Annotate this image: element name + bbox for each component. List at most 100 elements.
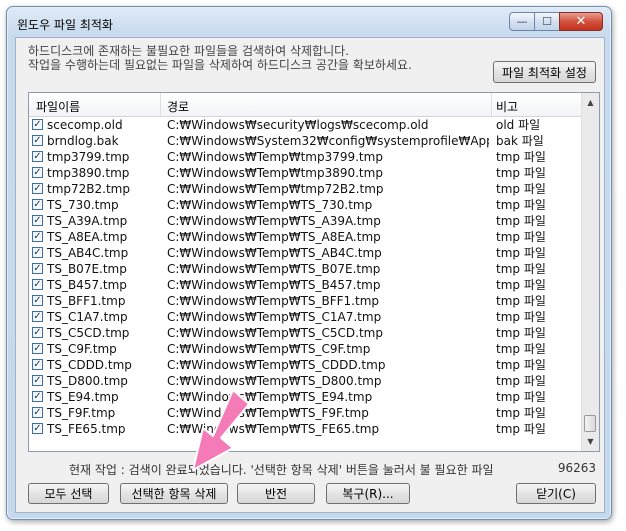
file-note: tmp 파일 — [496, 198, 546, 212]
delete-selected-button[interactable]: 선택한 항목 삭제 — [120, 483, 228, 504]
file-note: tmp 파일 — [496, 166, 546, 180]
table-row[interactable]: ✓ TS_D800.tmp C:₩Windows₩Temp₩TS_D800.tmp t… — [29, 373, 582, 389]
file-name: TS_C1A7.tmp — [47, 310, 128, 324]
window-title: 윈도우 파일 최적화 — [17, 18, 113, 32]
file-name: TS_B07E.tmp — [47, 262, 127, 276]
minimize-button[interactable]: — — [509, 12, 535, 31]
file-name: TS_BFF1.tmp — [47, 294, 126, 308]
file-path: C:₩Windows₩Temp₩TS_C5CD.tmp — [167, 326, 383, 340]
file-list[interactable]: 파일이름 경로 비고 ✓ scecomp.old C:₩Windows₩securi… — [28, 92, 600, 452]
row-checkbox[interactable]: ✓ — [32, 311, 43, 322]
table-row[interactable]: ✓ TS_C1A7.tmp C:₩Windows₩Temp₩TS_C1A7.tmp t… — [29, 309, 582, 325]
row-checkbox[interactable]: ✓ — [32, 327, 43, 338]
file-name: scecomp.old — [47, 118, 123, 132]
column-header-filename[interactable]: 파일이름 — [36, 98, 80, 115]
table-row[interactable]: ✓ tmp3799.tmp C:₩Windows₩Temp₩tmp3799.tmp t… — [29, 149, 582, 165]
file-path: C:₩Windows₩Temp₩TS_BFF1.tmp — [167, 294, 380, 308]
file-note: tmp 파일 — [496, 374, 546, 388]
scroll-thumb[interactable] — [584, 415, 596, 432]
file-path: C:₩Windows₩Temp₩TS_730.tmp — [167, 198, 373, 212]
file-path: C:₩Windows₩Temp₩tmp3890.tmp — [167, 166, 383, 180]
row-checkbox[interactable]: ✓ — [32, 199, 43, 210]
column-header-path[interactable]: 경로 — [167, 98, 189, 115]
description: 하드디스크에 존재하는 불필요한 파일들을 검색하여 삭제합니다. 작업을 수행… — [28, 44, 412, 72]
table-row[interactable]: ✓ TS_C5CD.tmp C:₩Windows₩Temp₩TS_C5CD.tmp t… — [29, 325, 582, 341]
close-button[interactable]: 닫기(C) — [516, 483, 596, 504]
invert-selection-button[interactable]: 반전 — [237, 483, 315, 504]
row-checkbox[interactable]: ✓ — [32, 359, 43, 370]
file-name: TS_FE65.tmp — [47, 422, 126, 436]
maximize-button[interactable]: ☐ — [534, 12, 560, 31]
caption-buttons: — ☐ ✕ — [509, 12, 603, 32]
row-checkbox[interactable]: ✓ — [32, 407, 43, 418]
file-note: tmp 파일 — [496, 294, 546, 308]
table-row[interactable]: ✓ TS_AB4C.tmp C:₩Windows₩Temp₩TS_AB4C.tmp t… — [29, 245, 582, 261]
file-name: tmp3890.tmp — [47, 166, 130, 180]
row-checkbox[interactable]: ✓ — [32, 295, 43, 306]
file-name: tmp72B2.tmp — [47, 182, 130, 196]
table-row[interactable]: ✓ TS_C9F.tmp C:₩Windows₩Temp₩TS_C9F.tmp tmp… — [29, 341, 582, 357]
table-row[interactable]: ✓ scecomp.old C:₩Windows₩security₩logs₩sce… — [29, 117, 582, 133]
table-row[interactable]: ✓ tmp72B2.tmp C:₩Windows₩Temp₩tmp72B2.tmp t… — [29, 181, 582, 197]
title-bar[interactable]: 윈도우 파일 최적화 — ☐ ✕ — [7, 7, 611, 37]
row-checkbox[interactable]: ✓ — [32, 423, 43, 434]
file-path: C:₩Windows₩Temp₩TS_B07E.tmp — [167, 262, 381, 276]
file-path: C:₩Windows₩Temp₩tmp72B2.tmp — [167, 182, 384, 196]
row-checkbox[interactable]: ✓ — [32, 231, 43, 242]
table-row[interactable]: ✓ TS_A8EA.tmp C:₩Windows₩Temp₩TS_A8EA.tmp t… — [29, 229, 582, 245]
row-checkbox[interactable]: ✓ — [32, 151, 43, 162]
file-path: C:₩Windows₩Temp₩TS_B457.tmp — [167, 278, 381, 292]
row-checkbox[interactable]: ✓ — [32, 215, 43, 226]
close-window-button[interactable]: ✕ — [559, 12, 603, 31]
row-checkbox[interactable]: ✓ — [32, 391, 43, 402]
restore-button[interactable]: 복구(R)... — [326, 483, 410, 504]
client-area: 하드디스크에 존재하는 불필요한 파일들을 검색하여 삭제합니다. 작업을 수행… — [15, 37, 605, 513]
file-note: tmp 파일 — [496, 214, 546, 228]
file-note: tmp 파일 — [496, 390, 546, 404]
file-note: tmp 파일 — [496, 358, 546, 372]
row-checkbox[interactable]: ✓ — [32, 167, 43, 178]
table-row[interactable]: ✓ brndlog.bak C:₩Windows₩System32₩config₩s… — [29, 133, 582, 149]
scroll-down-icon[interactable]: ▼ — [582, 433, 599, 450]
select-all-button[interactable]: 모두 선택 — [28, 483, 109, 504]
row-checkbox[interactable]: ✓ — [32, 119, 43, 130]
file-note: tmp 파일 — [496, 246, 546, 260]
app-window: 윈도우 파일 최적화 — ☐ ✕ 하드디스크에 존재하는 불필요한 파일들을 검… — [6, 6, 612, 520]
scroll-up-icon[interactable]: ▲ — [582, 94, 599, 111]
file-name: TS_A39A.tmp — [47, 214, 128, 228]
column-divider[interactable] — [160, 93, 161, 116]
file-count: 96263 — [557, 461, 596, 475]
optimize-settings-button[interactable]: 파일 최적화 설정 — [493, 61, 596, 83]
file-path: C:₩Windows₩Temp₩TS_D800.tmp — [167, 374, 382, 388]
vertical-scrollbar[interactable]: ▲ ▼ — [581, 93, 599, 451]
table-row[interactable]: ✓ TS_730.tmp C:₩Windows₩Temp₩TS_730.tmp tmp… — [29, 197, 582, 213]
table-row[interactable]: ✓ tmp3890.tmp C:₩Windows₩Temp₩tmp3890.tmp t… — [29, 165, 582, 181]
column-divider[interactable] — [491, 93, 492, 116]
file-name: TS_CDDD.tmp — [47, 358, 132, 372]
table-row[interactable]: ✓ TS_A39A.tmp C:₩Windows₩Temp₩TS_A39A.tmp t… — [29, 213, 582, 229]
file-name: TS_AB4C.tmp — [47, 246, 129, 260]
row-checkbox[interactable]: ✓ — [32, 263, 43, 274]
table-row[interactable]: ✓ TS_FE65.tmp C:₩Windows₩Temp₩TS_FE65.tmp t… — [29, 421, 582, 437]
description-line-2: 작업을 수행하는데 필요없는 파일을 삭제하여 하드디스크 공간을 확보하세요. — [28, 58, 412, 72]
table-row[interactable]: ✓ TS_B07E.tmp C:₩Windows₩Temp₩TS_B07E.tmp t… — [29, 261, 582, 277]
table-row[interactable]: ✓ TS_B457.tmp C:₩Windows₩Temp₩TS_B457.tmp t… — [29, 277, 582, 293]
row-checkbox[interactable]: ✓ — [32, 279, 43, 290]
file-note: tmp 파일 — [496, 422, 546, 436]
file-note: tmp 파일 — [496, 406, 546, 420]
table-row[interactable]: ✓ TS_CDDD.tmp C:₩Windows₩Temp₩TS_CDDD.tmp t… — [29, 357, 582, 373]
file-name: TS_D800.tmp — [47, 374, 128, 388]
table-row[interactable]: ✓ TS_BFF1.tmp C:₩Windows₩Temp₩TS_BFF1.tmp t… — [29, 293, 582, 309]
file-name: TS_730.tmp — [47, 198, 119, 212]
row-checkbox[interactable]: ✓ — [32, 343, 43, 354]
row-checkbox[interactable]: ✓ — [32, 183, 43, 194]
row-checkbox[interactable]: ✓ — [32, 247, 43, 258]
row-checkbox[interactable]: ✓ — [32, 135, 43, 146]
table-row[interactable]: ✓ TS_E94.tmp C:₩Windows₩Temp₩TS_E94.tmp tmp… — [29, 389, 582, 405]
file-name: TS_F9F.tmp — [47, 406, 116, 420]
column-header-note[interactable]: 비고 — [496, 98, 518, 115]
file-name: tmp3799.tmp — [47, 150, 130, 164]
file-name: TS_C9F.tmp — [47, 342, 117, 356]
table-row[interactable]: ✓ TS_F9F.tmp C:₩Windows₩Temp₩TS_F9F.tmp tmp… — [29, 405, 582, 421]
row-checkbox[interactable]: ✓ — [32, 375, 43, 386]
